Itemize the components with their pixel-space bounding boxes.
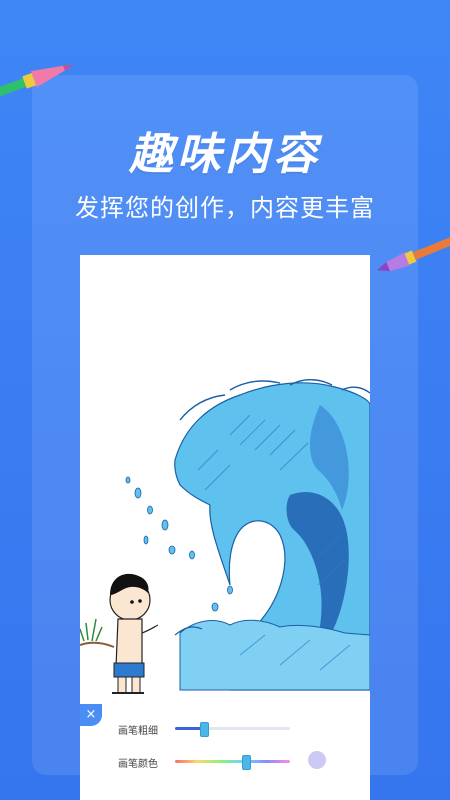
close-icon: ×	[85, 707, 97, 722]
brush-size-thumb[interactable]	[199, 722, 209, 737]
drawing-canvas[interactable]	[80, 255, 370, 700]
brush-pen-icon	[376, 234, 450, 272]
brush-color-label: 画笔颜色	[118, 759, 158, 770]
brush-color-thumb[interactable]	[242, 755, 252, 770]
page-subtitle: 发挥您的创作，内容更丰富	[75, 194, 375, 222]
brush-pen-icon	[0, 64, 74, 102]
selected-color-swatch	[308, 751, 326, 769]
drawing-preview: × 画笔粗细 画笔颜色	[80, 255, 370, 800]
tool-panel	[80, 700, 370, 800]
character-figure	[109, 573, 159, 694]
close-button[interactable]: ×	[80, 704, 102, 726]
page-title: 趣味内容	[129, 129, 321, 180]
brush-color-track[interactable]	[175, 760, 290, 763]
brush-size-label: 画笔粗细	[118, 726, 158, 737]
